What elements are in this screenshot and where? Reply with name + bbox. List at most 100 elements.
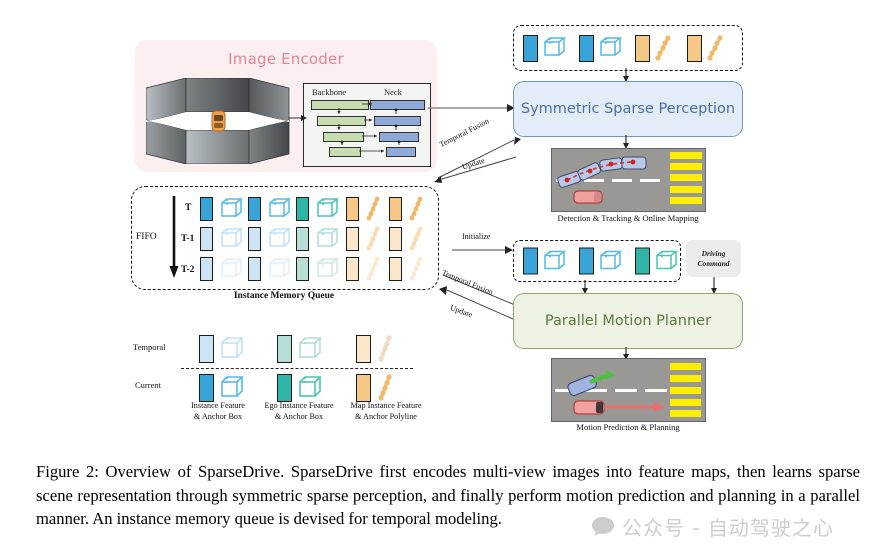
arrow-instances-to-planner: [582, 280, 588, 294]
sparse-instances-top: [513, 25, 743, 71]
legend-current-map-feature: [356, 374, 371, 402]
ego-vehicle-red-planning: [573, 400, 605, 415]
legend-current-ego-anchor-box: [299, 376, 322, 397]
instance-token-row: [523, 34, 726, 62]
anchor-box-cube-2: [600, 37, 622, 56]
camera-ring-svg: [145, 77, 290, 165]
symmetric-sparse-perception-box[interactable]: Symmetric Sparse Perception: [513, 81, 743, 137]
mid-instance-feature-2: [579, 247, 594, 275]
mq-map-feature-t-2: [389, 197, 402, 221]
legend-temporal-anchor-polyline: [378, 335, 392, 362]
mq-cube-t-2: [269, 198, 291, 217]
mq-polyline-t1-2: [409, 226, 423, 251]
mq-cube-t1-2: [269, 228, 291, 247]
mq-feature-t-2: [248, 197, 261, 221]
mq-ego-cube-t1: [317, 228, 339, 247]
mid-anchor-box-cube-1: [544, 250, 566, 269]
mq-ego-feature-t: [296, 197, 309, 221]
driving-command-box: Driving Command: [686, 240, 741, 277]
memory-row-label-t: T: [185, 203, 192, 213]
legend-current-anchor-polyline: [378, 374, 392, 401]
anchor-polyline-2: [707, 35, 723, 61]
detection-tracking-scene: [551, 148, 706, 212]
legend-caption-ego-instance: Ego Instance Feature & Anchor Box: [264, 401, 334, 421]
mq-map-feature-t1-1: [346, 227, 359, 251]
arrow-command-to-planner: [711, 277, 717, 294]
legend-temporal-ego-anchor-box: [299, 337, 322, 358]
legend-temporal-map-feature: [356, 335, 371, 363]
predicted-vehicle-blue: [567, 374, 597, 397]
mq-map-feature-t-1: [346, 197, 359, 221]
instance-feature-blue-2: [579, 34, 594, 62]
legend-separator: [181, 368, 413, 369]
legend-temporal-anchor-box: [221, 337, 244, 358]
legend: Temporal Current: [131, 330, 431, 402]
fifo-label: FIFO: [136, 232, 157, 242]
memory-row-label-t2: T-2: [181, 265, 195, 275]
legend-caption-instance: Instance Feature & Anchor Box: [191, 401, 245, 421]
mid-anchor-box-cube-2: [600, 250, 622, 269]
mq-polyline-t-2: [409, 196, 423, 221]
legend-temporal-instance-feature: [199, 335, 214, 363]
ego-vehicle-red: [573, 190, 603, 204]
driving-command-label: Driving Command: [697, 248, 730, 268]
arrow-perception-to-detection: [623, 135, 629, 149]
mid-ego-anchor-box-cube: [656, 250, 678, 269]
parallel-motion-planner-box[interactable]: Parallel Motion Planner: [513, 293, 743, 349]
memory-row-label-t1: T-1: [181, 234, 195, 244]
anchor-polyline-1: [655, 35, 671, 61]
parallel-motion-planner-label: Parallel Motion Planner: [544, 313, 712, 329]
arrow-encoder-to-perception: [428, 104, 515, 112]
mq-ego-feature-t1: [296, 227, 309, 251]
tracking-overlay: [557, 156, 647, 204]
image-encoder-title: Image Encoder: [228, 50, 344, 68]
mq-polyline-t2-1: [366, 256, 380, 281]
figure-caption: Figure 2: Overview of SparseDrive. Spars…: [36, 462, 860, 528]
instance-feature-blue-1: [523, 34, 538, 62]
backbone-neck-diagram: Backbone Neck: [303, 83, 431, 167]
mq-cube-t2-2: [269, 258, 291, 277]
motion-overlay: [567, 370, 665, 415]
motion-scene-caption: Motion Prediction & Planning: [576, 422, 680, 432]
mq-polyline-t-1: [366, 196, 380, 221]
mq-polyline-t2-2: [409, 256, 423, 281]
legend-caption-map-instance: Map Instance Feature & Anchor Polyline: [350, 401, 422, 421]
mq-feature-t2-1: [200, 257, 213, 281]
ego-vehicle-icon: [211, 110, 226, 132]
symmetric-sparse-perception-label: Symmetric Sparse Perception: [520, 101, 736, 117]
mq-cube-t2-1: [221, 258, 243, 277]
mq-cube-t1-1: [221, 228, 243, 247]
backbone-neck-arrows: [337, 102, 401, 153]
mq-polyline-t1-1: [366, 226, 380, 251]
mq-map-feature-t2-2: [389, 257, 402, 281]
mq-ego-cube-t2: [317, 258, 339, 277]
instance-memory-queue-caption: Instance Memory Queue: [233, 291, 335, 301]
mid-ego-instance-feature: [635, 247, 650, 275]
arrow-initialize: [452, 246, 513, 254]
mq-ego-cube-t: [317, 198, 339, 217]
legend-current-instance-feature: [199, 374, 214, 402]
label-initialize: Initialize: [462, 232, 491, 241]
figure-canvas: Image Encoder Backbone Neck Symmetric Sp…: [0, 0, 895, 455]
arrow-camera-to-encoder: [288, 115, 307, 121]
arrow-instances-to-perception: [623, 68, 629, 82]
mq-feature-t-1: [200, 197, 213, 221]
legend-current-anchor-box: [221, 376, 244, 397]
mq-feature-t1-1: [200, 227, 213, 251]
mq-map-feature-t2-1: [346, 257, 359, 281]
memory-queue-grid: [200, 196, 432, 282]
mq-ego-feature-t2: [296, 257, 309, 281]
map-instance-feature-2: [687, 34, 702, 62]
mq-feature-t2-2: [248, 257, 261, 281]
map-instance-feature-1: [635, 34, 650, 62]
detection-scene-caption: Detection & Tracking & Online Mapping: [557, 213, 699, 223]
legend-temporal-ego-feature: [277, 335, 292, 363]
mq-map-feature-t1-2: [389, 227, 402, 251]
mq-feature-t1-2: [248, 227, 261, 251]
instance-token-row-mid: [523, 247, 678, 275]
legend-row-label-temporal: Temporal: [133, 342, 166, 352]
sparse-instances-mid: [513, 240, 681, 282]
fifo-direction-arrow: [169, 196, 179, 278]
mid-instance-feature-1: [523, 247, 538, 275]
legend-row-label-current: Current: [135, 380, 161, 390]
